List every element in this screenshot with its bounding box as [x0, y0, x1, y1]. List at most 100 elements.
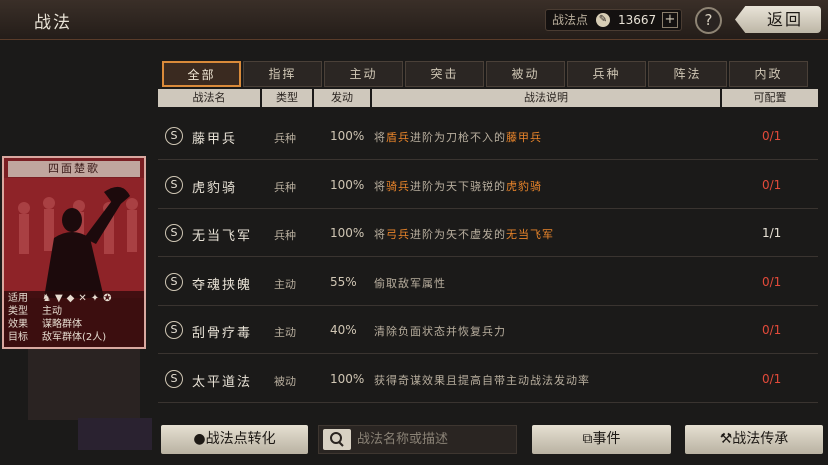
card-shadow [28, 345, 140, 420]
description-highlight: 虎豹骑 [506, 179, 542, 193]
tactic-type: 兵种 [274, 132, 296, 145]
tactic-rate: 100% [330, 371, 365, 386]
tactic-row[interactable]: S 藤甲兵 兵种 100% 将盾兵进阶为刀枪不入的藤甲兵 0/1 [158, 114, 818, 160]
search-input[interactable] [357, 426, 512, 453]
card-target-row: 目标 敌军群体(2人) [8, 331, 106, 344]
convert-points-button[interactable]: ●战法点转化 [161, 425, 308, 454]
tactic-row[interactable]: S 夺魂挟魄 主动 55% 偷取敌军属性 0/1 [158, 260, 818, 306]
column-header-name: 战法名 [158, 89, 260, 107]
description-text: 进阶为刀枪不入的 [410, 131, 506, 144]
description-text: 进阶为矢不虚发的 [410, 228, 506, 241]
tab-all[interactable]: 全部 [162, 61, 241, 87]
description-text: 获得奇谋效果且提高自带主动战法发动率 [374, 373, 590, 387]
tactic-description: 清除负面状态并恢复兵力 [374, 323, 506, 339]
card-use-row: 适用 ♞▼◆✕✦✪ [8, 292, 115, 305]
convert-points-label: 战法点转化 [205, 431, 276, 447]
tactic-inherit-label: 战法传承 [732, 431, 789, 447]
tactic-type: 兵种 [274, 180, 296, 194]
tactic-slot-count: 0/1 [762, 371, 782, 386]
description-text: 将 [374, 131, 386, 144]
tactic-slot-count: 0/1 [762, 323, 782, 337]
back-button[interactable]: 返回 [735, 6, 821, 33]
grade-s-icon: S [165, 175, 183, 194]
tactic-row[interactable]: S 刮骨疗毒 主动 40% 清除负面状态并恢复兵力 0/1 [158, 308, 818, 354]
description-highlight: 弓兵 [386, 228, 410, 241]
description-text: 进阶为天下骁锐的 [410, 179, 506, 193]
tactic-name: 刮骨疗毒 [192, 326, 253, 341]
tactic-row[interactable]: S 太平道法 被动 100% 获得奇谋效果且提高自带主动战法发动率 0/1 [158, 357, 818, 403]
event-button[interactable]: ⧉事件 [532, 425, 671, 454]
tactic-rate: 100% [330, 177, 365, 192]
description-highlight: 骑兵 [386, 179, 410, 193]
tactic-description: 将盾兵进阶为刀枪不入的藤甲兵 [374, 129, 542, 145]
tactic-points-label: 战法点 [552, 13, 589, 27]
tactic-type: 主动 [274, 326, 296, 339]
grade-s-icon: S [165, 272, 183, 291]
tactic-row[interactable]: S 无当飞军 兵种 100% 将弓兵进阶为矢不虚发的无当飞军 1/1 [158, 211, 818, 257]
event-label: 事件 [592, 431, 621, 447]
tactic-description: 将骑兵进阶为天下骁锐的虎豹骑 [374, 178, 542, 194]
tab-troop[interactable]: 兵种 [567, 61, 646, 87]
tactic-points-display: 战法点 ✎ 13667 + [545, 9, 682, 31]
description-text: 偷取敌军属性 [374, 276, 446, 290]
hammer-icon: ⚒ [719, 431, 733, 447]
tactic-slot-count: 0/1 [762, 129, 782, 143]
card-target-value: 敌军群体(2人) [42, 332, 107, 343]
tab-passive[interactable]: 被动 [486, 61, 565, 87]
tactic-inherit-button[interactable]: ⚒战法传承 [685, 425, 823, 454]
description-text: 将 [374, 179, 386, 193]
column-header-slots: 可配置 [722, 89, 818, 107]
help-button[interactable]: ? [695, 7, 722, 34]
grade-s-icon: S [165, 224, 183, 242]
tactic-slot-count: 0/1 [762, 274, 782, 289]
tactic-points-value: 13667 [618, 13, 657, 27]
card-effect-label: 效果 [8, 319, 28, 330]
tactic-rate: 100% [330, 226, 365, 240]
description-highlight: 无当飞军 [506, 228, 554, 241]
tactic-type: 兵种 [274, 229, 296, 242]
card-use-label: 适用 [8, 293, 28, 304]
card-info-panel: 适用 ♞▼◆✕✦✪ 类型 主动 效果 谋略群体 目标 敌军群体(2人) [4, 291, 144, 347]
tab-formation[interactable]: 阵法 [648, 61, 727, 87]
grade-s-icon: S [165, 127, 183, 145]
card-type-value: 主动 [42, 306, 62, 317]
tactic-name: 藤甲兵 [192, 132, 238, 147]
column-header-description: 战法说明 [372, 89, 720, 107]
column-header-rate: 发动 [314, 89, 370, 107]
tactic-rate: 100% [330, 129, 365, 143]
card-shadow-bottom [78, 418, 152, 450]
category-tabs: 全部 指挥 主动 突击 被动 兵种 阵法 内政 [162, 61, 818, 87]
tactic-description: 偷取敌军属性 [374, 275, 446, 291]
card-type-label: 类型 [8, 306, 28, 317]
tactic-name: 无当飞军 [192, 229, 253, 244]
column-header-type: 类型 [262, 89, 312, 107]
tactic-description: 将弓兵进阶为矢不虚发的无当飞军 [374, 226, 554, 242]
tab-assault[interactable]: 突击 [405, 61, 484, 87]
tab-active[interactable]: 主动 [324, 61, 403, 87]
search-icon[interactable] [323, 429, 351, 450]
tactic-rate: 40% [330, 323, 357, 337]
tactic-row[interactable]: S 虎豹骑 兵种 100% 将骑兵进阶为天下骁锐的虎豹骑 0/1 [158, 163, 818, 209]
unit-type-icons: ♞▼◆✕✦✪ [42, 293, 116, 304]
tactic-card[interactable]: 四面楚歌 适用 ♞▼◆✕✦✪ 类型 主动 效果 谋略群体 目标 敌军群体(2人) [2, 156, 146, 349]
grade-s-icon: S [165, 321, 183, 339]
tactic-slot-count: 0/1 [762, 177, 782, 192]
tactic-type: 主动 [274, 277, 296, 291]
drop-icon: ● [193, 431, 206, 447]
tactic-type: 被动 [274, 374, 296, 388]
tab-command[interactable]: 指挥 [243, 61, 322, 87]
card-effect-row: 效果 谋略群体 [8, 318, 82, 331]
tactic-slot-count: 1/1 [762, 226, 782, 240]
tactic-rate: 55% [330, 274, 357, 289]
add-points-button[interactable]: + [662, 12, 678, 28]
page-title: 战法 [34, 13, 72, 33]
description-highlight: 盾兵 [386, 131, 410, 144]
top-bar: 战法 战法点 ✎ 13667 + ? 返回 [0, 0, 828, 40]
tactic-name: 太平道法 [192, 374, 253, 390]
feather-icon: ✎ [596, 13, 610, 27]
card-target-label: 目标 [8, 332, 28, 343]
tactic-name: 虎豹骑 [192, 180, 238, 196]
tactic-description: 获得奇谋效果且提高自带主动战法发动率 [374, 372, 590, 388]
tab-internal[interactable]: 内政 [729, 61, 808, 87]
search-box [318, 425, 517, 454]
